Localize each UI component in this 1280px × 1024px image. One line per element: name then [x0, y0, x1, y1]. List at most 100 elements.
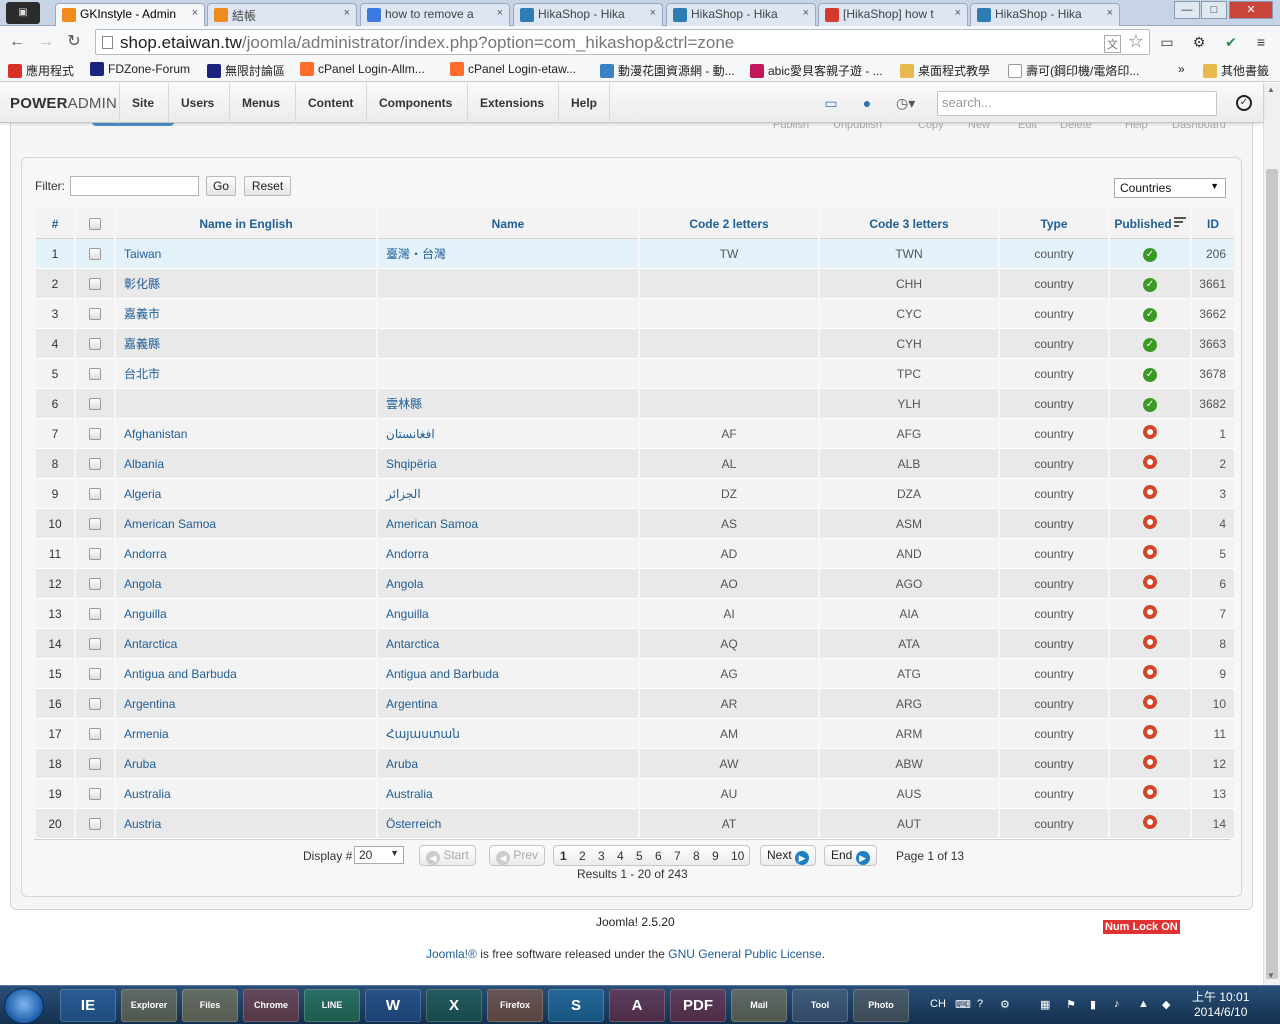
toolbar-publish-button[interactable]: Publish [773, 123, 809, 131]
maximize-button[interactable]: □ [1201, 1, 1227, 19]
zone-name-link[interactable]: 雲林縣 [378, 389, 638, 419]
zone-name-english-link[interactable]: Aruba [116, 749, 376, 779]
cast-icon[interactable]: ▭ [1158, 33, 1176, 51]
page-number-link[interactable]: 4 [617, 849, 624, 863]
zone-name-english-link[interactable]: Taiwan [116, 239, 376, 269]
row-checkbox[interactable] [89, 338, 101, 351]
zone-name-link[interactable] [378, 359, 638, 389]
zone-name-link[interactable]: Angola [378, 569, 638, 599]
gpl-link[interactable]: GNU General Public License [668, 947, 821, 961]
col-header[interactable]: # [36, 209, 74, 239]
table-row[interactable]: 20 Austria Österreich AT AUT country 14 [36, 809, 1234, 839]
toolbar-edit-button[interactable]: Edit [1018, 123, 1037, 131]
browser-tab[interactable]: how to remove a × [360, 3, 510, 26]
toolbar-dashboard-button[interactable]: Dashboard [1172, 123, 1226, 131]
table-row[interactable]: 8 Albania Shqipëria AL ALB country 2 [36, 449, 1234, 479]
taskbar-app-button[interactable]: PDF [670, 989, 726, 1022]
toolbar-delete-button[interactable]: Delete [1060, 123, 1092, 131]
tab-close-icon[interactable]: × [650, 7, 656, 19]
zone-name-link[interactable]: Հայաստան [378, 719, 638, 749]
table-row[interactable]: 13 Anguilla Anguilla AI AIA country 7 [36, 599, 1234, 629]
page-number-link[interactable]: 5 [636, 849, 643, 863]
published-check-icon[interactable]: ✓ [1143, 307, 1157, 322]
next-button[interactable]: Next ▶ [760, 845, 817, 866]
browser-tab[interactable]: HikaShop - Hika × [970, 3, 1120, 26]
zone-name-link[interactable]: Australia [378, 779, 638, 809]
menu-item-users[interactable]: Users [168, 83, 226, 123]
select-all-checkbox[interactable] [89, 218, 101, 231]
table-row[interactable]: 4 嘉義縣 CYH country ✓ 3663 [36, 329, 1234, 359]
row-checkbox[interactable] [89, 308, 101, 321]
zone-name-english-link[interactable]: Armenia [116, 719, 376, 749]
row-checkbox[interactable] [89, 368, 101, 381]
menu-item-content[interactable]: Content [295, 83, 365, 123]
bookmark-item[interactable]: 桌面程式教學 [900, 62, 990, 79]
go-button[interactable]: Go [206, 176, 236, 196]
start-button[interactable] [4, 988, 44, 1024]
close-window-button[interactable]: ✕ [1229, 1, 1273, 19]
zone-name-link[interactable]: 臺灣・台灣 [378, 239, 638, 269]
row-checkbox[interactable] [89, 698, 101, 711]
taskbar-app-button[interactable]: Mail [731, 989, 787, 1022]
filter-input[interactable] [70, 176, 199, 196]
help-icon[interactable]: ? [977, 998, 983, 1010]
table-row[interactable]: 19 Australia Australia AU AUS country 13 [36, 779, 1234, 809]
prev-button[interactable]: ◀ Prev [489, 845, 546, 866]
row-checkbox[interactable] [89, 758, 101, 771]
browser-tab[interactable]: GKInstyle - Admin × [55, 3, 205, 27]
extension-gear-icon[interactable]: ⚙ [1190, 33, 1208, 51]
row-checkbox[interactable] [89, 518, 101, 531]
col-header[interactable]: Name in English [116, 209, 376, 239]
zone-name-link[interactable] [378, 329, 638, 359]
user-icon[interactable]: ● [858, 95, 876, 111]
bookmark-item[interactable]: 其他書籤 [1203, 62, 1269, 79]
settings-icon[interactable]: ⚙ [1000, 998, 1010, 1011]
col-header[interactable]: Code 2 letters [640, 209, 818, 239]
page-number-link[interactable]: 8 [693, 849, 700, 863]
taskbar-app-button[interactable]: W [365, 989, 421, 1022]
page-number-link[interactable]: 3 [598, 849, 605, 863]
table-row[interactable]: 5 台北市 TPC country ✓ 3678 [36, 359, 1234, 389]
zone-name-link[interactable]: Andorra [378, 539, 638, 569]
keyboard-icon[interactable]: ⌨ [955, 998, 971, 1011]
toolbar-copy-button[interactable]: Copy [918, 123, 944, 131]
checkin-icon[interactable]: ✓ [1236, 95, 1252, 111]
bookmark-item[interactable]: cPanel Login-etaw... [450, 62, 576, 76]
zone-name-link[interactable]: Shqipëria [378, 449, 638, 479]
col-header[interactable]: Code 3 letters [820, 209, 998, 239]
row-checkbox[interactable] [89, 428, 101, 441]
row-checkbox[interactable] [89, 248, 101, 261]
browser-tab[interactable]: HikaShop - Hika × [666, 3, 816, 26]
col-header[interactable]: Name [378, 209, 638, 239]
zone-name-link[interactable]: Anguilla [378, 599, 638, 629]
reload-button[interactable]: ↻ [64, 32, 84, 52]
row-checkbox[interactable] [89, 488, 101, 501]
sort-icon[interactable] [1173, 216, 1186, 227]
unpublished-icon[interactable] [1143, 515, 1157, 529]
flag-icon[interactable]: ⚑ [1066, 998, 1076, 1011]
clock-dropdown-icon[interactable]: ◷▾ [896, 95, 915, 111]
zone-name-link[interactable]: Argentina [378, 689, 638, 719]
page-number-link[interactable]: 9 [712, 849, 719, 863]
table-row[interactable]: 7 Afghanistan افغانستان AF AFG country 1 [36, 419, 1234, 449]
table-row[interactable]: 17 Armenia Հայաստան AM ARM country 11 [36, 719, 1234, 749]
zone-name-link[interactable]: الجزائر [378, 479, 638, 509]
admin-search-input[interactable]: search... [937, 91, 1217, 116]
table-row[interactable]: 10 American Samoa American Samoa AS ASM count… [36, 509, 1234, 539]
unpublished-icon[interactable] [1143, 485, 1157, 499]
browser-tab[interactable]: 結帳 × [207, 3, 357, 26]
user-avatar-icon[interactable]: ▣ [6, 2, 40, 24]
table-row[interactable]: 11 Andorra Andorra AD AND country 5 [36, 539, 1234, 569]
zone-name-english-link[interactable]: Albania [116, 449, 376, 479]
zone-name-english-link[interactable]: Angola [116, 569, 376, 599]
zone-name-english-link[interactable]: Antigua and Barbuda [116, 659, 376, 689]
zone-name-english-link[interactable]: Afghanistan [116, 419, 376, 449]
menu-item-menus[interactable]: Menus [229, 83, 292, 123]
tray-app-icon[interactable]: ▦ [1040, 998, 1050, 1011]
zone-name-english-link[interactable]: Australia [116, 779, 376, 809]
row-checkbox[interactable] [89, 608, 101, 621]
row-checkbox[interactable] [89, 818, 101, 831]
zone-name-link[interactable] [378, 299, 638, 329]
toolbar-unpublish-button[interactable]: Unpublish [833, 123, 882, 131]
monitor-icon[interactable]: ▭ [822, 95, 840, 111]
